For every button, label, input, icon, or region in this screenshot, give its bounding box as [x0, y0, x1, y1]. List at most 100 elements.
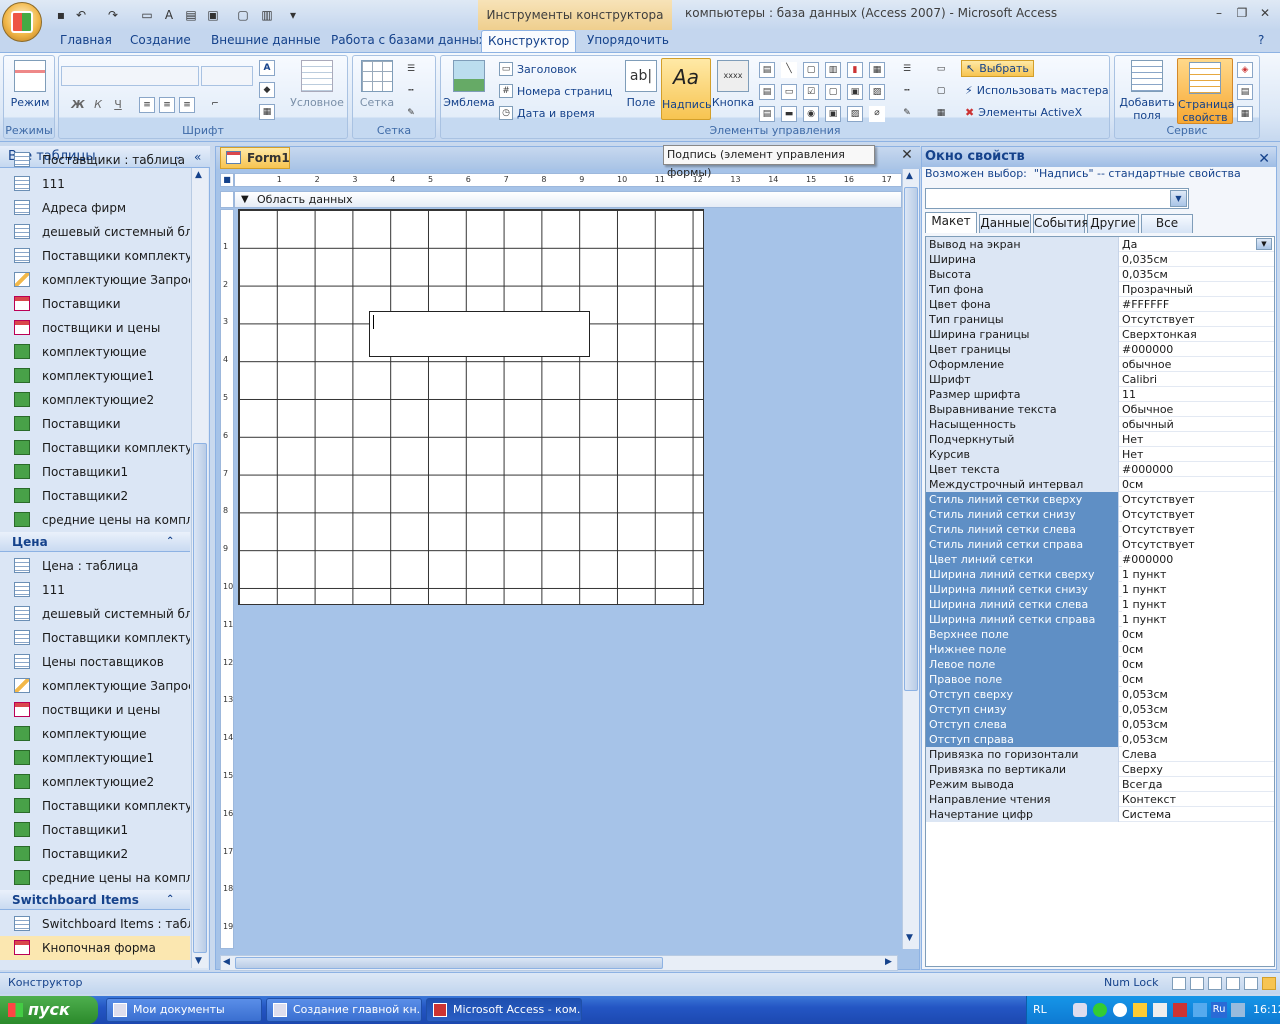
font-a-icon[interactable]: A — [160, 5, 178, 23]
selection-dropdown[interactable]: ▼ — [925, 188, 1189, 209]
design-hscroll-thumb[interactable] — [235, 957, 663, 969]
field-button[interactable]: ab| Поле — [621, 60, 661, 109]
form-design-grid[interactable] — [238, 209, 704, 605]
property-row[interactable]: Оформление обычное — [926, 357, 1274, 372]
list-item[interactable]: Цена : таблица — [0, 554, 190, 578]
design-view-icon[interactable] — [1262, 977, 1276, 990]
list-item[interactable]: Поставщики1 — [0, 818, 190, 842]
list-item[interactable]: Цены поставщиков — [0, 650, 190, 674]
property-row[interactable]: Междустрочный интервал 0см — [926, 477, 1274, 492]
rectangle-icon[interactable]: ▭ — [781, 84, 797, 100]
minimize-icon[interactable]: – — [1210, 6, 1228, 22]
list-item[interactable]: поствщики и цены — [0, 698, 190, 722]
checkbox-icon[interactable]: ☑ — [803, 84, 819, 100]
property-value[interactable]: 1 пункт — [1122, 612, 1274, 627]
header-button[interactable]: ▭ Заголовок — [499, 62, 577, 76]
print-icon[interactable]: ▤ — [182, 5, 200, 23]
property-value[interactable]: Сверху — [1122, 762, 1274, 777]
restore-icon[interactable]: ❐ — [1233, 6, 1251, 22]
list-item[interactable]: средние цены на компл... — [0, 508, 190, 532]
code-icon[interactable]: ◈ — [1237, 62, 1253, 78]
fill-color-icon[interactable]: ◆ — [259, 82, 275, 98]
align-center-icon[interactable]: ≡ — [159, 97, 175, 113]
property-row[interactable]: Курсив Нет — [926, 447, 1274, 462]
insert-page-icon[interactable]: ▥ — [825, 62, 841, 78]
property-row[interactable]: Цвет линий сетки #000000 — [926, 552, 1274, 567]
list-item[interactable]: Кнопочная форма — [0, 936, 190, 960]
list-item[interactable]: комплектующие — [0, 340, 190, 364]
property-row[interactable]: Ширина 0,035см — [926, 252, 1274, 267]
list-item[interactable]: Поставщики2 — [0, 484, 190, 508]
gridlines-icon[interactable]: ▦ — [259, 104, 275, 120]
emblem-button[interactable]: Эмблема — [443, 60, 495, 109]
tab-format[interactable]: Макет — [925, 212, 977, 233]
property-row[interactable]: Начертание цифр Система — [926, 807, 1274, 822]
set-control-defaults-icon[interactable]: ▢ — [933, 84, 949, 100]
property-value[interactable]: Обычное — [1122, 402, 1274, 417]
taskbar-item-my-documents[interactable]: Мои документы — [106, 998, 262, 1022]
collapse-group-icon[interactable]: ⌃ — [166, 532, 174, 552]
close-document-icon[interactable]: ✕ — [899, 148, 915, 164]
list-item[interactable]: Поставщики комплекту... — [0, 626, 190, 650]
date-time-button[interactable]: ◷ Дата и время — [499, 106, 595, 120]
property-row[interactable]: Нижнее поле 0см — [926, 642, 1274, 657]
page-icon[interactable]: ▢ — [234, 5, 252, 23]
property-value[interactable]: #000000 — [1122, 552, 1274, 567]
italic-button[interactable]: К — [89, 96, 107, 114]
property-sheet-button[interactable]: Страница свойств — [1177, 58, 1234, 124]
option-group-icon[interactable]: ▣ — [825, 106, 841, 122]
font-color-icon[interactable]: A — [259, 60, 275, 76]
property-value[interactable]: Нет — [1122, 432, 1274, 447]
open-icon[interactable]: ▭ — [138, 5, 156, 23]
list-item[interactable]: комплектующие2 — [0, 388, 190, 412]
button-control-button[interactable]: xxxx Кнопка — [711, 60, 755, 109]
section-selector[interactable] — [220, 191, 234, 208]
keyboard-layout-indicator[interactable]: RL — [1033, 996, 1047, 1024]
property-value[interactable]: Сверхтонкая — [1122, 327, 1274, 342]
tab-control-icon[interactable]: ▤ — [759, 62, 775, 78]
tab-design[interactable]: Конструктор — [481, 30, 577, 52]
property-row[interactable]: Ширина линий сетки сверху 1 пункт — [926, 567, 1274, 582]
tab-external-data[interactable]: Внешние данные — [205, 30, 326, 52]
property-row[interactable]: Стиль линий сетки сверху Отсутствует — [926, 492, 1274, 507]
view-button[interactable]: Режим — [8, 60, 52, 109]
nav-group-header[interactable]: Switchboard Items ⌃ — [0, 890, 190, 910]
tab-other[interactable]: Другие — [1087, 214, 1139, 233]
form-view-icon[interactable] — [1172, 977, 1186, 990]
format-painter-icon[interactable]: ⌐ — [207, 97, 223, 113]
gridlines-button[interactable]: Сетка — [357, 60, 397, 109]
property-value[interactable]: 0см — [1122, 642, 1274, 657]
option-button-icon[interactable]: ◉ — [803, 106, 819, 122]
chevron-down-icon[interactable]: ▼ — [1170, 190, 1187, 207]
nav-scroll-thumb[interactable] — [193, 443, 207, 953]
list-item[interactable]: Поставщики — [0, 412, 190, 436]
use-wizards-button[interactable]: ⚡ Использовать мастера — [965, 84, 1109, 97]
property-row[interactable]: Направление чтения Контекст — [926, 792, 1274, 807]
scroll-down-icon[interactable]: ▼ — [195, 956, 202, 966]
property-row[interactable]: Цвет текста #000000 — [926, 462, 1274, 477]
property-row[interactable]: Цвет фона #FFFFFF — [926, 297, 1274, 312]
list-item[interactable]: дешевый системный блок — [0, 220, 190, 244]
bold-button[interactable]: Ж — [69, 96, 87, 114]
close-property-sheet-icon[interactable]: ✕ — [1258, 149, 1270, 169]
list-item[interactable]: Поставщики комплекту... — [0, 244, 190, 268]
attachment-icon[interactable]: ▣ — [847, 84, 863, 100]
list-item[interactable]: поствщики и цены — [0, 316, 190, 340]
property-row[interactable]: Отступ снизу 0,053см — [926, 702, 1274, 717]
collapse-group-icon[interactable]: ⌃ — [166, 890, 174, 910]
tray-antivirus-icon[interactable] — [1173, 1003, 1187, 1017]
property-value[interactable]: 0,035см — [1122, 252, 1274, 267]
form1-tab[interactable]: Form1 — [220, 147, 290, 169]
help-icon[interactable]: ? — [1258, 30, 1264, 52]
customize-qat-icon[interactable]: ▾ — [284, 5, 302, 23]
property-value[interactable]: 0,053см — [1122, 687, 1274, 702]
special-effect-icon[interactable]: ▭ — [933, 62, 949, 78]
property-value[interactable]: #000000 — [1122, 342, 1274, 357]
list-item[interactable]: Switchboard Items : табл... — [0, 912, 190, 936]
start-button[interactable]: пуск — [0, 996, 98, 1024]
design-scroll-left-icon[interactable]: ◀ — [223, 957, 230, 967]
property-value[interactable]: Отсутствует — [1122, 522, 1274, 537]
property-value[interactable]: 1 пункт — [1122, 567, 1274, 582]
design-vertical-scrollbar[interactable]: ▲ ▼ — [902, 169, 919, 949]
property-value[interactable]: Отсутствует — [1122, 312, 1274, 327]
